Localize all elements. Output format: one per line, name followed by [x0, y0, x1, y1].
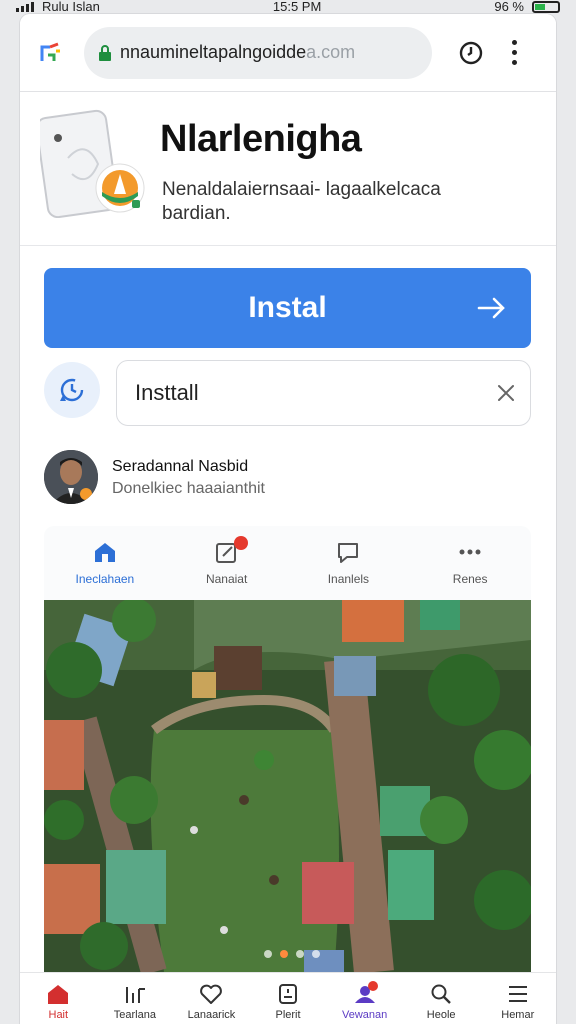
home-icon	[48, 985, 69, 1004]
arrow-right-icon	[477, 297, 505, 319]
status-right: 96 %	[494, 0, 560, 14]
nav-favorites[interactable]: Lanaarick	[173, 973, 250, 1024]
nav-trending[interactable]: Tearlana	[97, 973, 174, 1024]
tab-home-label: Ineclahaen	[75, 572, 135, 586]
nav-trending-label: Tearlana	[113, 1009, 156, 1021]
install-button-label: Instal	[248, 291, 327, 324]
status-time: 15:5 PM	[272, 0, 322, 14]
developer-row[interactable]: Seradannal Nasbid Donelkiec haaaianthit	[44, 450, 524, 506]
carousel-image[interactable]	[44, 600, 531, 972]
tab-more-label: Renes	[452, 572, 488, 586]
carousel-dot[interactable]	[296, 950, 304, 958]
google-tab-icon[interactable]	[34, 36, 68, 70]
developer-subtitle: Donelkiec haaaianthit	[112, 480, 265, 497]
browser-window: nnaumineltapalngoiddea.com Nlarlenigha	[20, 14, 556, 1024]
search-icon	[431, 984, 452, 1004]
tab-edit-label: Nanaiat	[205, 572, 248, 586]
chart-icon	[125, 987, 145, 1003]
chat-icon	[338, 543, 359, 563]
village-aerial-photo	[44, 600, 531, 972]
nav-community[interactable]: Vewanan	[326, 973, 403, 1024]
heart-icon	[200, 984, 223, 1004]
nav-profile-label: Plerit	[275, 1009, 301, 1021]
search-input[interactable]: Insttall	[116, 360, 531, 426]
search-input-value: Insttall	[135, 380, 199, 405]
nav-search-label: Heole	[426, 1009, 456, 1021]
lock-icon	[99, 44, 111, 61]
tab-chat-label: Inanlels	[327, 572, 370, 586]
carousel-dot[interactable]	[312, 950, 320, 958]
url-domain: a.com	[306, 42, 356, 62]
app-title: Nlarlenigha	[160, 118, 362, 160]
menu-icon	[508, 986, 527, 1002]
tab-edit[interactable]: Nanaiat	[166, 526, 288, 600]
carousel-dot[interactable]	[264, 950, 272, 958]
install-button[interactable]: Instal	[44, 268, 531, 348]
history-icon[interactable]	[456, 38, 486, 68]
battery-icon	[532, 1, 560, 13]
signal-icon	[16, 2, 34, 12]
developer-name: Seradannal Nasbid	[112, 458, 249, 475]
status-left: Rulu Islan	[16, 0, 100, 14]
nav-home-label: Hait	[48, 1009, 69, 1021]
bottom-navigation: Hait Tearlana Lanaarick Plerit Vewanan H…	[20, 972, 556, 1024]
tab-more[interactable]: Renes	[409, 526, 531, 600]
status-bar: Rulu Islan 15:5 PM 96 %	[0, 0, 576, 14]
nav-search[interactable]: Heole	[403, 973, 480, 1024]
app-header: Nlarlenigha Nenaldalaiernsaai- lagaalkel…	[20, 92, 556, 246]
nav-menu[interactable]: Hemar	[479, 973, 556, 1024]
tab-bar: Ineclahaen Nanaiat Inanlels Renes	[44, 526, 531, 600]
notification-badge	[233, 536, 248, 550]
avatar	[44, 450, 98, 504]
nav-menu-label: Hemar	[501, 1009, 535, 1021]
tab-chat[interactable]: Inanlels	[288, 526, 410, 600]
more-horiz-icon	[459, 549, 481, 555]
battery-level: 96 %	[494, 0, 524, 14]
carrier-label: Rulu Islan	[42, 0, 100, 14]
nav-profile[interactable]: Plerit	[250, 973, 327, 1024]
app-description: Nenaldalaiernsaai- lagaalkelcaca bardian…	[162, 179, 441, 224]
carousel-dot-active[interactable]	[280, 950, 288, 958]
home-icon	[94, 543, 115, 562]
address-bar[interactable]: nnaumineltapalngoidde a.com	[84, 26, 432, 79]
carousel-indicator	[264, 950, 320, 958]
more-vert-icon[interactable]	[508, 38, 520, 68]
sync-icon[interactable]	[44, 362, 100, 418]
browser-toolbar: nnaumineltapalngoidde a.com	[20, 14, 556, 92]
url-text: nnaumineltapalngoidde	[120, 42, 307, 62]
nav-favorites-label: Lanaarick	[187, 1009, 236, 1021]
app-icon	[35, 108, 150, 219]
tab-home[interactable]: Ineclahaen	[44, 526, 166, 600]
nav-community-label: Vewanan	[341, 1009, 388, 1021]
close-icon[interactable]	[496, 383, 516, 403]
receipt-icon	[279, 984, 298, 1004]
nav-home[interactable]: Hait	[20, 973, 97, 1024]
